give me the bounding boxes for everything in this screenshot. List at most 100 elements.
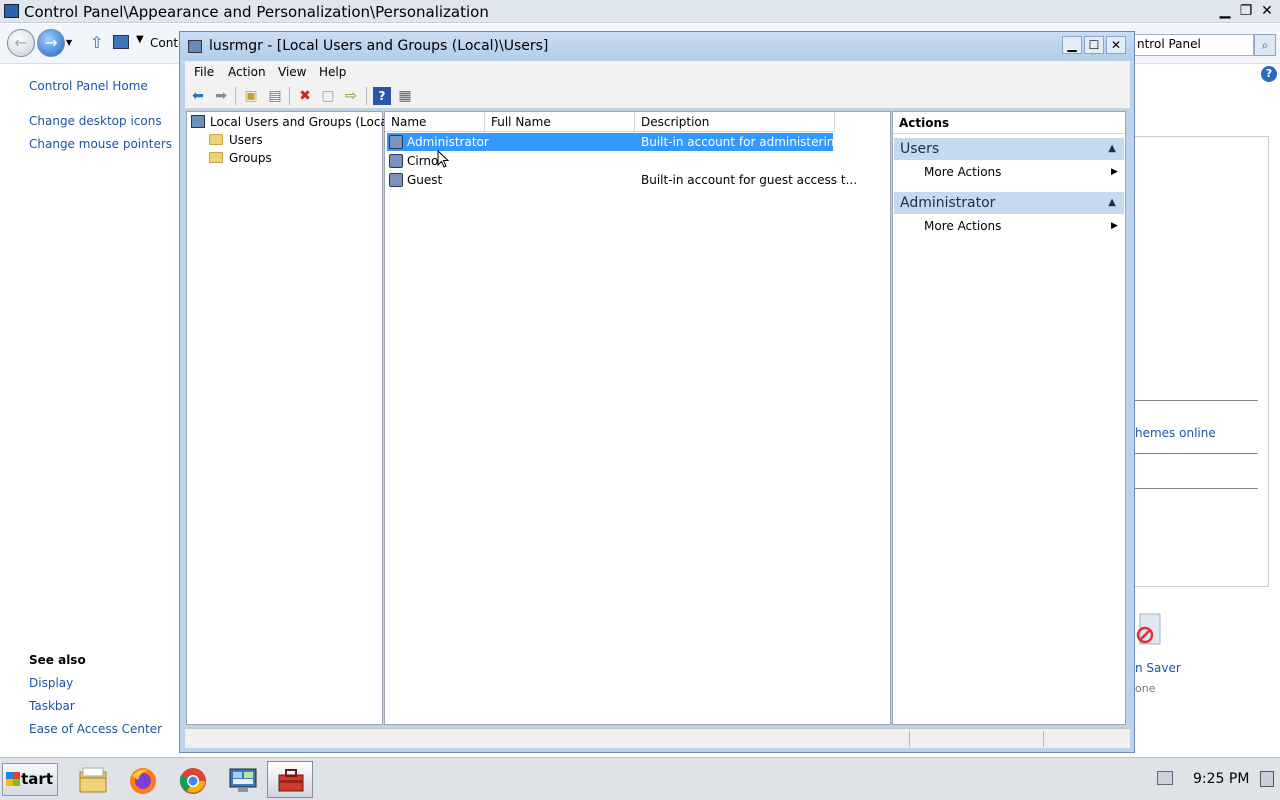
control-panel-home-link[interactable]: Control Panel Home (29, 79, 148, 93)
folder-icon (79, 767, 107, 793)
more-actions-administrator[interactable]: More Actions (924, 219, 1001, 233)
firefox-icon (130, 768, 156, 794)
chrome-taskbar-button[interactable] (169, 761, 215, 798)
minimize-button[interactable]: ▁ (1215, 2, 1235, 20)
more-actions-users[interactable]: More Actions (924, 165, 1001, 179)
maximize-button[interactable]: ☐ (1084, 36, 1104, 54)
actions-section-administrator[interactable]: Administrator ▲ (894, 192, 1124, 214)
table-row[interactable]: Administrator Built-in account for admin… (387, 133, 853, 151)
divider (1135, 453, 1258, 454)
restore-button[interactable]: ❐ (1236, 2, 1256, 20)
help-icon[interactable]: ? (1261, 66, 1277, 82)
lusrmgr-taskbar-button[interactable] (267, 761, 313, 798)
mouse-cursor-icon (437, 149, 450, 168)
firefox-taskbar-button[interactable] (119, 761, 165, 798)
actions-section-title: Administrator (900, 195, 996, 211)
control-panel-title: Control Panel\Appearance and Personaliza… (24, 3, 489, 21)
control-panel-taskbar-button[interactable] (219, 761, 265, 798)
up-arrow-icon[interactable]: ⇧ (90, 33, 103, 52)
column-header-full-name[interactable]: Full Name (485, 112, 635, 132)
user-icon (389, 154, 403, 168)
help-icon[interactable]: ? (373, 87, 391, 105)
windows-logo-icon (6, 772, 20, 786)
divider (1135, 400, 1258, 401)
forward-button[interactable]: → (37, 29, 65, 57)
forward-arrow-icon[interactable]: ➡ (212, 87, 230, 105)
folder-icon (209, 134, 223, 145)
divider (1135, 488, 1258, 489)
start-button[interactable]: Start (2, 763, 58, 796)
toolbox-icon (278, 769, 304, 792)
back-button[interactable]: ← (7, 29, 35, 57)
change-mouse-pointers-link[interactable]: Change mouse pointers (29, 137, 172, 151)
collapse-caret-icon[interactable]: ▲ (1108, 192, 1116, 214)
network-icon[interactable] (1157, 771, 1173, 785)
status-separator (909, 731, 910, 747)
menu-file[interactable]: File (194, 65, 214, 79)
user-name: Cirno (407, 154, 439, 168)
status-bar (185, 728, 1130, 748)
control-panel-titlebar: Control Panel\Appearance and Personaliza… (0, 0, 1280, 23)
close-button[interactable]: ✕ (1106, 36, 1126, 54)
console-tree: Local Users and Groups (Local) Users Gro… (186, 111, 396, 725)
screen-saver-link[interactable]: n Saver (1135, 661, 1181, 675)
table-row[interactable]: Guest Built-in account for guest access … (387, 171, 857, 189)
file-explorer-taskbar-button[interactable] (69, 761, 115, 798)
actions-header: Actions (893, 112, 1125, 134)
taskbar: Start 9:25 PM (0, 757, 1280, 800)
themes-frame (1135, 136, 1269, 587)
show-desktop-icon[interactable] (1260, 771, 1274, 787)
export-list-icon[interactable]: ⇨ (342, 87, 360, 105)
computer-users-icon (191, 115, 205, 128)
toolbar-separator (289, 87, 290, 105)
tree-root[interactable]: Local Users and Groups (Local) (191, 113, 396, 131)
screen-saver-value: one (1135, 682, 1156, 695)
tree-item-label: Users (229, 133, 263, 147)
ease-of-access-link[interactable]: Ease of Access Center (29, 722, 162, 736)
properties-icon[interactable]: ▢ (319, 87, 337, 105)
submenu-arrow-icon: ▶ (1111, 221, 1118, 231)
close-button[interactable]: ✕ (1257, 2, 1277, 20)
toolbar-separator (366, 87, 367, 105)
column-header-description[interactable]: Description (635, 112, 835, 132)
user-icon (389, 135, 403, 149)
lusrmgr-app-icon (188, 40, 202, 53)
clock[interactable]: 9:25 PM (1193, 771, 1249, 787)
chevron-down-icon[interactable]: ▼ (136, 34, 144, 45)
address-breadcrumb[interactable]: Cont (150, 36, 178, 50)
tree-item-users[interactable]: Users (209, 131, 263, 149)
show-hide-action-pane-icon[interactable]: ▦ (396, 87, 414, 105)
user-icon (389, 173, 403, 187)
table-row[interactable]: Cirno (387, 152, 833, 170)
lusrmgr-titlebar[interactable]: lusrmgr - [Local Users and Groups (Local… (180, 32, 1134, 60)
delete-icon[interactable]: ✖ (296, 87, 314, 105)
up-folder-icon[interactable]: ▣ (242, 87, 260, 105)
toolbar: ⬅ ➡ ▣ ▤ ✖ ▢ ⇨ ? ▦ (185, 83, 1130, 109)
lusrmgr-window: lusrmgr - [Local Users and Groups (Local… (179, 31, 1135, 753)
control-panel-icon (229, 768, 257, 792)
chrome-icon (179, 768, 206, 794)
get-more-themes-online-link[interactable]: hemes online (1135, 426, 1216, 440)
users-list: Name Full Name Description Administrator… (384, 111, 891, 725)
collapse-caret-icon[interactable]: ▲ (1108, 138, 1116, 160)
user-description: Built-in account for administering... (641, 135, 854, 149)
search-icon[interactable]: ⌕ (1254, 34, 1276, 56)
display-link[interactable]: Display (29, 676, 73, 690)
column-header-name[interactable]: Name (385, 112, 485, 132)
recent-pages-dropdown-icon[interactable]: ▼ (66, 38, 72, 47)
tree-item-groups[interactable]: Groups (209, 149, 272, 167)
menu-view[interactable]: View (278, 65, 306, 79)
see-also-heading: See also (29, 653, 86, 667)
actions-section-users[interactable]: Users ▲ (894, 138, 1124, 160)
minimize-button[interactable]: ▁ (1062, 36, 1082, 54)
menu-action[interactable]: Action (228, 65, 266, 79)
change-desktop-icons-link[interactable]: Change desktop icons (29, 114, 162, 128)
control-panel-icon (113, 35, 129, 49)
screen-saver-icon[interactable] (1136, 612, 1162, 652)
show-hide-tree-icon[interactable]: ▤ (266, 87, 284, 105)
search-input[interactable]: ntrol Panel (1134, 34, 1254, 56)
user-name: Guest (407, 173, 443, 187)
menu-help[interactable]: Help (319, 65, 346, 79)
back-arrow-icon[interactable]: ⬅ (189, 87, 207, 105)
taskbar-link[interactable]: Taskbar (29, 699, 75, 713)
